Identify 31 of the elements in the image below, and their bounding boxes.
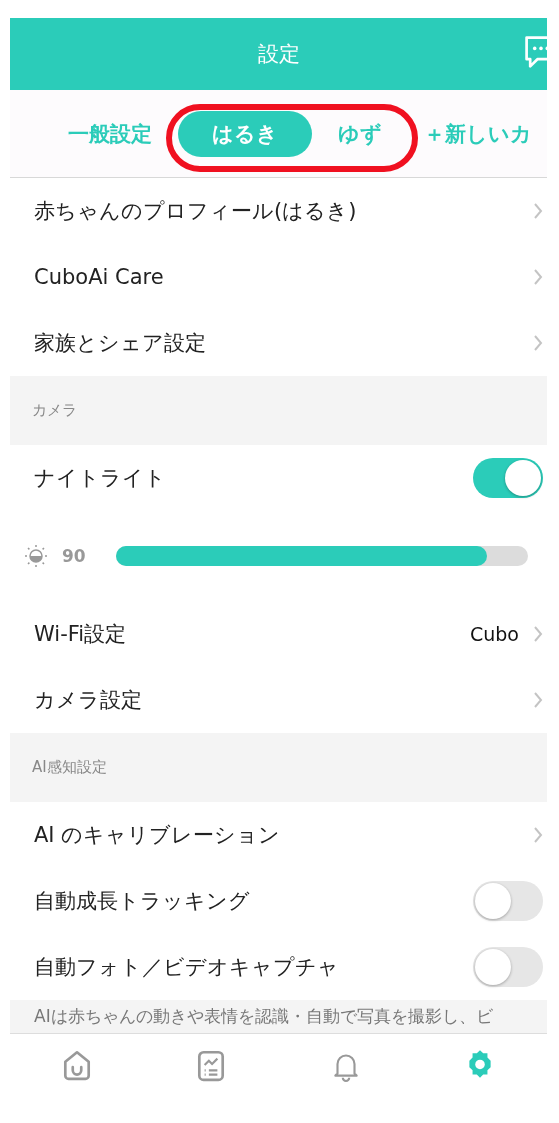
section-label: AI感知設定 [32, 758, 107, 777]
chevron-icon [533, 202, 543, 220]
chevron-icon [533, 334, 543, 352]
toggle-switch[interactable] [473, 458, 543, 498]
note-text: AIは赤ちゃんの動きや表情を認識・自動で写真を撮影し、ビ [34, 1006, 493, 1026]
chevron-icon [533, 268, 543, 286]
chevron-icon [533, 625, 543, 643]
brightness-icon [24, 544, 48, 568]
chevron-icon [533, 691, 543, 709]
page-title: 設定 [257, 41, 300, 68]
row-label: 家族とシェア設定 [34, 330, 206, 357]
settings-row[interactable]: Wi-Fi設定 Cubo [10, 601, 547, 667]
toggle-switch[interactable] [473, 947, 543, 987]
row-label: カメラ設定 [34, 687, 142, 714]
row-label: CuboAi Care [34, 265, 164, 289]
settings-row[interactable]: カメラ設定 [10, 667, 547, 733]
section-label: カメラ [32, 401, 77, 420]
chevron-icon [533, 826, 543, 844]
settings-row[interactable]: 家族とシェア設定 [10, 310, 547, 376]
row-label: 自動成長トラッキング [34, 888, 250, 915]
brightness-value: 90 [62, 546, 87, 566]
row-label: 赤ちゃんのプロフィール(はるき) [34, 198, 357, 225]
settings-row[interactable]: AI のキャリブレーション [10, 802, 547, 868]
row-label: Wi-Fi設定 [34, 621, 127, 648]
row-value: Cubo [470, 623, 519, 645]
settings-row[interactable]: 赤ちゃんのプロフィール(はるき) [10, 178, 547, 244]
row-label: ナイトライト [34, 465, 166, 492]
row-label: AI のキャリブレーション [34, 822, 281, 849]
row-label: 自動フォト／ビデオキャプチャ [34, 954, 339, 981]
toggle-switch[interactable] [473, 881, 543, 921]
settings-row[interactable]: CuboAi Care [10, 244, 547, 310]
